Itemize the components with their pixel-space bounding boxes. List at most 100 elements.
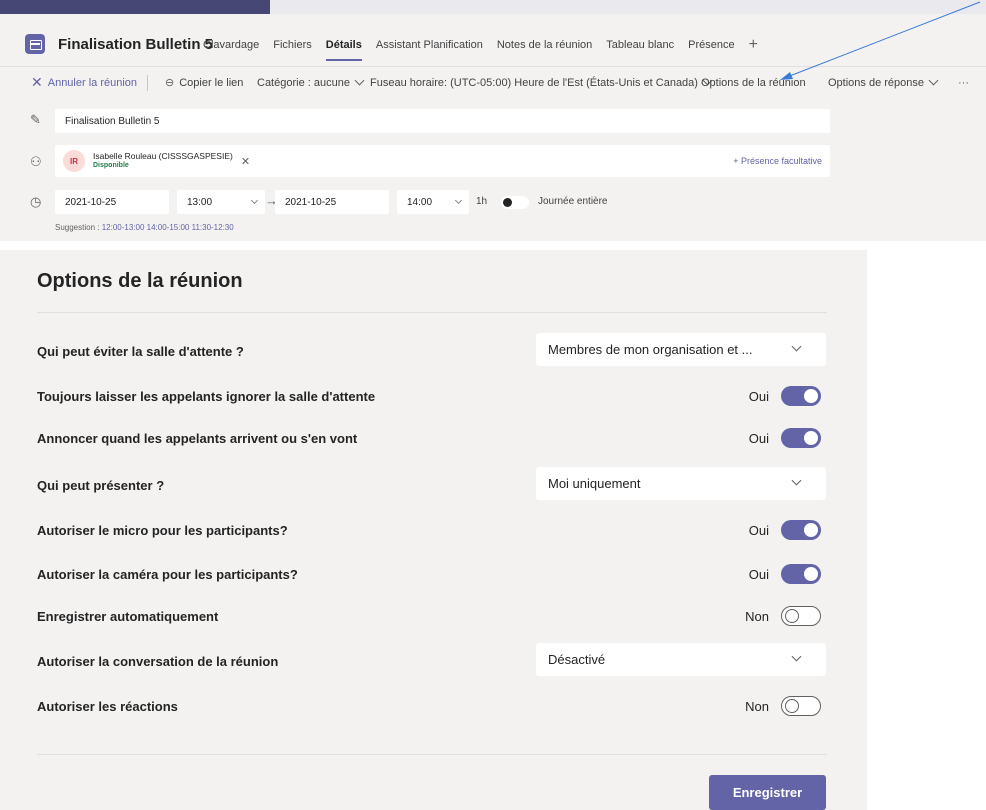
who-can-present-value: Moi uniquement <box>548 476 641 491</box>
meeting-chat-label: Autoriser la conversation de la réunion <box>37 654 279 669</box>
chevron-down-icon <box>791 651 802 662</box>
who-can-present-select[interactable]: Moi uniquement <box>536 467 826 500</box>
auto-record-toggle[interactable] <box>781 606 821 626</box>
auto-record-value: Non <box>745 608 769 624</box>
chevron-down-icon <box>454 196 463 205</box>
announce-callers-value: Oui <box>748 430 769 446</box>
close-icon: ✕ <box>31 74 43 90</box>
meeting-title-input[interactable]: Finalisation Bulletin 5 <box>55 109 830 133</box>
time-suggestions: Suggestion : 12:00-13:00 14:00-15:00 11:… <box>55 223 234 232</box>
end-date-input[interactable]: 2021-10-25 <box>275 190 389 214</box>
allow-mic-toggle[interactable] <box>781 520 821 540</box>
add-people-icon: ⚇ <box>30 154 42 169</box>
allow-mic-setting: Oui <box>749 520 821 540</box>
allow-reactions-setting: Non <box>745 696 821 716</box>
tab-notes[interactable]: Notes de la réunion <box>497 39 592 51</box>
avatar: IR <box>63 150 85 172</box>
options-title: Options de la réunion <box>37 270 243 292</box>
meeting-details-form: ✎ Finalisation Bulletin 5 ⚇ IR Isabelle … <box>0 98 986 241</box>
tab-presence[interactable]: Présence <box>688 39 734 51</box>
announce-callers-label: Annoncer quand les appelants arrivent ou… <box>37 431 358 446</box>
all-day-label: Journée entière <box>538 196 608 207</box>
chevron-down-icon <box>791 475 802 486</box>
end-time-select[interactable]: 14:00 <box>397 190 469 214</box>
toggle-knob <box>785 609 799 623</box>
tab-fichiers[interactable]: Fichiers <box>273 39 312 51</box>
duration-label: 1h <box>476 196 488 207</box>
search-bar[interactable] <box>270 0 986 14</box>
link-icon: ⊖ <box>165 77 175 89</box>
cancel-meeting-label: Annuler la réunion <box>47 76 138 89</box>
tab-clavardage[interactable]: Clavardage <box>203 39 259 51</box>
suggestion-label: Suggestion : <box>55 223 100 232</box>
attendee-name: Isabelle Rouleau (CISSSGASPESIE) <box>93 151 233 161</box>
timezone-dropdown[interactable]: Fuseau horaire: (UTC-05:00) Heure de l'E… <box>370 75 713 89</box>
attendee-chip: Isabelle Rouleau (CISSSGASPESIE) Disponi… <box>93 151 233 171</box>
response-options-label: Options de réponse <box>828 76 925 89</box>
dial-in-bypass-label: Toujours laisser les appelants ignorer l… <box>37 389 376 404</box>
add-tab-icon[interactable]: + <box>749 37 758 53</box>
copy-link-button[interactable]: ⊖ Copier le lien <box>165 76 244 90</box>
save-button[interactable]: Enregistrer <box>709 775 826 810</box>
suggestion-link[interactable]: 14:00-15:00 <box>147 223 190 232</box>
tab-bar: Clavardage Fichiers Détails Assistant Pl… <box>203 37 758 61</box>
allow-camera-label: Autoriser la caméra pour les participant… <box>37 567 298 582</box>
optional-attendance-link[interactable]: + Présence facultative <box>733 156 822 166</box>
divider <box>37 754 827 755</box>
chevron-down-icon <box>791 341 802 352</box>
allow-camera-toggle[interactable] <box>781 564 821 584</box>
lobby-bypass-select[interactable]: Membres de mon organisation et ... <box>536 333 826 366</box>
category-label: Catégorie : aucune <box>257 76 350 89</box>
toggle-knob <box>804 389 818 403</box>
announce-callers-toggle[interactable] <box>781 428 821 448</box>
allow-camera-setting: Oui <box>749 564 821 584</box>
dial-in-bypass-toggle[interactable] <box>781 386 821 406</box>
allow-mic-label: Autoriser le micro pour les participants… <box>37 523 288 538</box>
suggestion-link[interactable]: 12:00-13:00 <box>102 223 145 232</box>
toggle-knob <box>804 567 818 581</box>
divider <box>37 312 827 313</box>
attendees-field[interactable]: IR Isabelle Rouleau (CISSSGASPESIE) Disp… <box>55 145 830 177</box>
allow-reactions-value: Non <box>745 698 769 714</box>
remove-attendee-icon[interactable]: ✕ <box>241 155 250 168</box>
timezone-label: Fuseau horaire: (UTC-05:00) Heure de l'E… <box>370 76 698 89</box>
chevron-down-icon <box>354 75 365 86</box>
auto-record-setting: Non <box>745 606 821 626</box>
dial-in-bypass-setting: Oui <box>749 386 821 406</box>
allow-camera-value: Oui <box>748 566 769 582</box>
category-dropdown[interactable]: Catégorie : aucune <box>257 75 365 89</box>
allow-reactions-label: Autoriser les réactions <box>37 699 178 714</box>
allow-mic-value: Oui <box>748 522 769 538</box>
start-time-select[interactable]: 13:00 <box>177 190 265 214</box>
copy-link-label: Copier le lien <box>179 76 244 89</box>
calendar-icon <box>25 34 45 54</box>
more-options-icon[interactable]: ··· <box>958 77 969 89</box>
meeting-options-button[interactable]: Options de la réunion <box>701 77 806 89</box>
auto-record-label: Enregistrer automatiquement <box>37 609 219 624</box>
start-date-input[interactable]: 2021-10-25 <box>55 190 169 214</box>
toggle-knob <box>785 699 799 713</box>
teams-window: Finalisation Bulletin 5 Clavardage Fichi… <box>0 0 986 810</box>
attendee-status: Disponible <box>93 162 129 169</box>
dial-in-bypass-value: Oui <box>748 388 769 404</box>
clock-icon: ◷ <box>30 194 42 209</box>
tab-assistant-planification[interactable]: Assistant Planification <box>376 39 483 51</box>
allow-reactions-toggle[interactable] <box>781 696 821 716</box>
meeting-options-panel: Options de la réunion Qui peut éviter la… <box>0 250 867 810</box>
chevron-down-icon <box>250 196 259 205</box>
chevron-down-icon <box>928 75 939 86</box>
meeting-chat-value: Désactivé <box>548 652 606 667</box>
tab-tableau-blanc[interactable]: Tableau blanc <box>606 39 674 51</box>
meeting-chat-select[interactable]: Désactivé <box>536 643 826 676</box>
response-options-dropdown[interactable]: Options de réponse <box>828 75 939 89</box>
cancel-meeting-button[interactable]: ✕ Annuler la réunion <box>31 74 137 91</box>
tab-details[interactable]: Détails <box>325 39 362 61</box>
end-time-value: 14:00 <box>407 196 433 208</box>
divider <box>147 75 148 91</box>
toggle-knob <box>503 198 512 207</box>
suggestion-link[interactable]: 11:30-12:30 <box>192 223 234 232</box>
title-bar <box>0 0 986 14</box>
meeting-title: Finalisation Bulletin 5 <box>58 36 214 53</box>
lobby-bypass-label: Qui peut éviter la salle d'attente ? <box>37 344 244 359</box>
all-day-toggle[interactable] <box>501 196 529 209</box>
